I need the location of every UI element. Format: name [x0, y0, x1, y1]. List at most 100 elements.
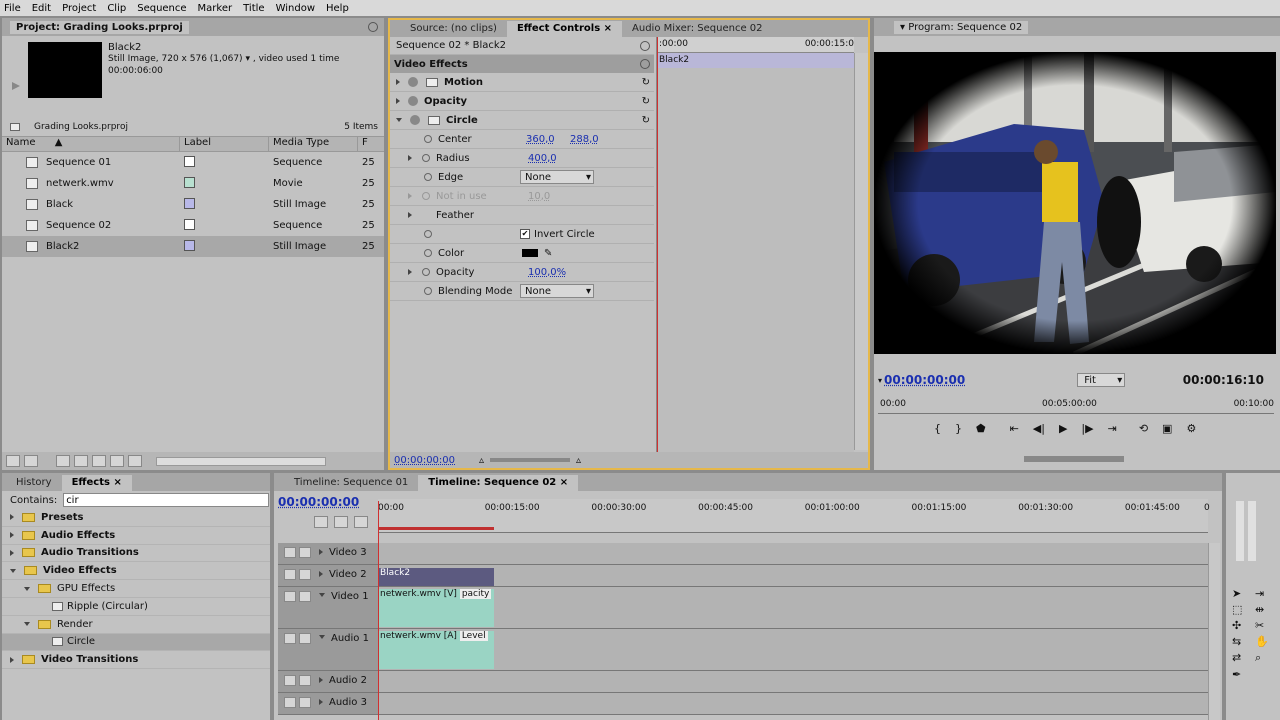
expand-arrow-icon[interactable] [319, 699, 323, 705]
edge-dropdown[interactable]: None ▾ [520, 170, 594, 184]
icon-view-icon[interactable] [24, 455, 38, 467]
horizontal-scrollbar[interactable] [156, 456, 326, 466]
stopwatch-icon[interactable] [424, 287, 432, 295]
expand-arrow-icon[interactable] [10, 656, 14, 663]
go-to-out-icon[interactable]: ⇥ [1108, 422, 1117, 436]
timeline-current-time[interactable]: 00:00:00:00 [278, 495, 359, 509]
slide-tool-icon[interactable]: ⇄ [1232, 651, 1252, 665]
col-name[interactable]: Name ▲ [2, 137, 180, 151]
zoom-out-icon[interactable]: ▵ [479, 455, 484, 466]
fx-toggle-icon[interactable] [408, 77, 418, 87]
col-media-type[interactable]: Media Type [269, 137, 358, 151]
expand-arrow-icon[interactable] [319, 593, 325, 597]
fx-toggle-icon[interactable] [408, 96, 418, 106]
center-x-value[interactable]: 360,0 [526, 134, 570, 145]
eye-icon[interactable] [284, 569, 296, 580]
expand-arrow-icon[interactable] [319, 571, 323, 577]
col-frame-rate[interactable]: F [358, 137, 378, 151]
marker-icon[interactable]: ⬟ [976, 422, 986, 436]
track-header[interactable]: Audio 2 [278, 671, 378, 693]
collapse-arrow-icon[interactable] [24, 586, 30, 591]
set-in-icon[interactable]: { [934, 422, 941, 436]
effects-tree-item[interactable]: Audio Effects [2, 527, 270, 545]
effects-tree-item[interactable]: Presets [2, 509, 270, 527]
ec-clip-bar[interactable]: Black2 [657, 53, 854, 68]
expand-arrow-icon[interactable] [10, 549, 14, 556]
effects-tree-item[interactable]: Video Transitions [2, 651, 270, 670]
collapse-arrow-icon[interactable] [24, 622, 30, 627]
stopwatch-icon[interactable] [422, 268, 430, 276]
speaker-icon[interactable] [284, 697, 296, 708]
clip-netwerk-video[interactable]: netwerk.wmv [V] pacity [378, 589, 494, 627]
set-marker-icon[interactable] [354, 516, 368, 528]
step-back-icon[interactable]: ◀| [1033, 422, 1045, 436]
pen-tool-icon[interactable]: ✒ [1232, 668, 1252, 681]
track-header[interactable]: Video 2 [278, 565, 378, 587]
zoom-slider[interactable] [490, 458, 571, 462]
tab-timeline-seq01[interactable]: Timeline: Sequence 01 [284, 475, 418, 491]
label-swatch[interactable] [184, 197, 195, 209]
slip-tool-icon[interactable]: ⇆ [1232, 635, 1252, 648]
project-tab[interactable]: Project: Grading Looks.prproj [10, 20, 189, 34]
collapse-arrow-icon[interactable] [396, 118, 402, 122]
lock-icon[interactable] [299, 697, 311, 708]
rolling-edit-tool-icon[interactable]: ⇹ [1255, 603, 1275, 616]
loop-icon[interactable]: ⟲ [1139, 422, 1148, 436]
menu-help[interactable]: Help [326, 3, 349, 14]
clip-black2[interactable]: Black2 [378, 568, 494, 586]
menu-edit[interactable]: Edit [32, 3, 51, 14]
zoom-tool-icon[interactable]: ⌕ [1255, 651, 1275, 665]
selection-tool-icon[interactable]: ➤ [1232, 587, 1252, 600]
expand-arrow-icon[interactable] [396, 79, 400, 85]
program-tab[interactable]: ▾ Program: Sequence 02 [894, 20, 1029, 34]
clip-fx-dropdown[interactable]: Level [459, 631, 488, 641]
go-to-in-icon[interactable]: ⇤ [1010, 422, 1019, 436]
set-out-icon[interactable]: } [955, 422, 962, 436]
tab-history[interactable]: History [6, 475, 62, 491]
panel-menu-icon[interactable] [368, 22, 378, 32]
jog-shuttle[interactable] [1024, 456, 1124, 462]
play-icon[interactable]: ▶ [1059, 422, 1067, 436]
timeline-ruler[interactable]: 00:00 00:00:15:00 00:00:30:00 00:00:45:00 00… [378, 499, 1210, 533]
zoom-dropdown[interactable]: Fit ▾ [1077, 373, 1126, 387]
reset-icon[interactable]: ↻ [642, 77, 650, 88]
lock-icon[interactable] [299, 547, 311, 558]
effects-tree-item[interactable]: Circle [2, 633, 270, 652]
project-item[interactable]: netwerk.wmv Movie 25 [2, 173, 384, 194]
find-icon[interactable] [74, 455, 88, 467]
effects-tree-item[interactable]: Render [2, 616, 270, 634]
label-swatch[interactable] [184, 218, 195, 230]
project-item[interactable]: Sequence 01 Sequence 25 [2, 152, 384, 173]
eye-icon[interactable] [284, 547, 296, 558]
expand-arrow-icon[interactable] [319, 549, 323, 555]
track-header[interactable]: Video 1 [278, 587, 378, 629]
label-swatch[interactable] [184, 155, 195, 167]
work-area-bar[interactable] [378, 527, 494, 530]
zoom-in-icon[interactable]: ▵ [576, 455, 581, 466]
list-view-icon[interactable] [6, 455, 20, 467]
speaker-icon[interactable] [284, 675, 296, 686]
rate-stretch-tool-icon[interactable]: ✣ [1232, 619, 1252, 632]
expand-arrow-icon[interactable] [319, 677, 323, 683]
program-current-time[interactable]: 00:00:00:00 [884, 373, 965, 387]
stopwatch-icon[interactable] [422, 154, 430, 162]
lock-icon[interactable] [299, 633, 311, 644]
expand-arrow-icon[interactable] [319, 635, 325, 639]
effect-opacity[interactable]: Opacity ↻ [390, 92, 654, 111]
clip-fx-dropdown[interactable]: pacity [459, 589, 492, 599]
ripple-edit-tool-icon[interactable]: ⬚ [1232, 603, 1252, 616]
menu-file[interactable]: File [4, 3, 21, 14]
effects-search-input[interactable] [63, 493, 270, 507]
timeline-vertical-scrollbar[interactable] [1208, 543, 1220, 720]
hand-tool-icon[interactable]: ✋ [1255, 635, 1275, 648]
menu-project[interactable]: Project [62, 3, 96, 14]
timeline-playhead[interactable] [378, 501, 379, 720]
ec-vertical-scrollbar[interactable] [854, 53, 868, 450]
clear-icon[interactable] [128, 455, 142, 467]
set-encore-marker-icon[interactable] [334, 516, 348, 528]
stopwatch-icon[interactable] [424, 135, 432, 143]
tab-source[interactable]: Source: (no clips) [400, 21, 507, 37]
show-timeline-icon[interactable] [640, 40, 650, 51]
radius-value[interactable]: 400,0 [528, 153, 557, 164]
reset-icon[interactable]: ↻ [642, 115, 650, 126]
